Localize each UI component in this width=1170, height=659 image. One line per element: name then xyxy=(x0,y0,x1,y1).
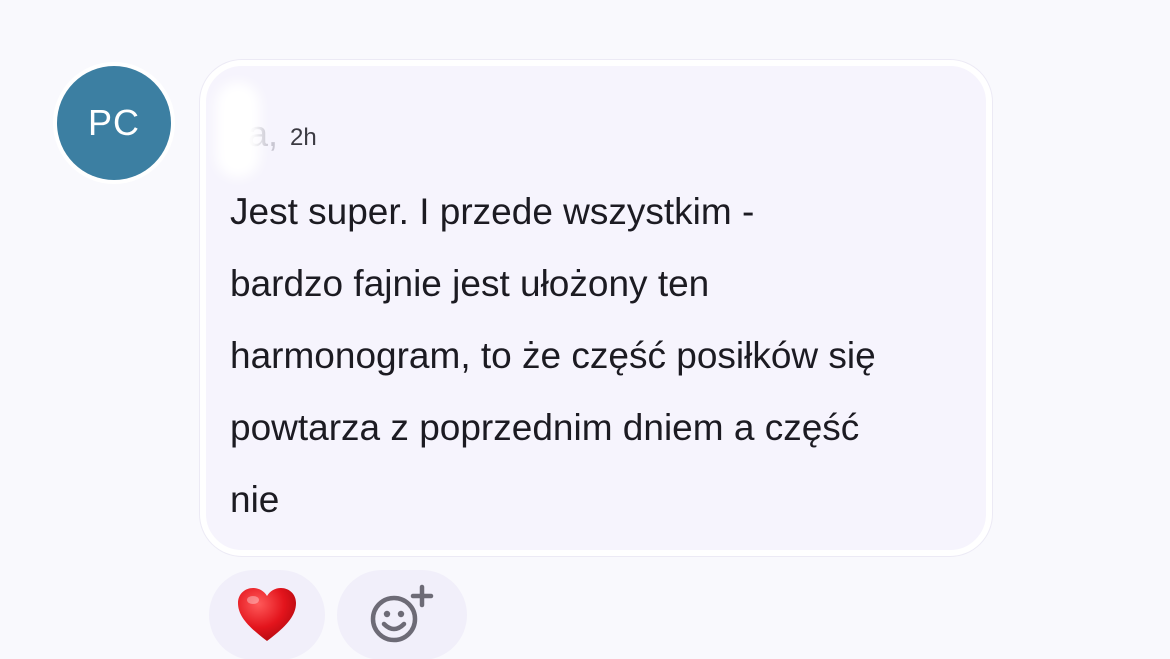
message-line: nie xyxy=(230,479,280,520)
comment-thread: PC ka, 2h Jest super. I przede wszystkim… xyxy=(0,0,1170,659)
comment-meta: ka, 2h xyxy=(230,106,317,156)
message-line: Jest super. I przede wszystkim - xyxy=(230,191,755,232)
message-line: powtarza z poprzednim dniem a część xyxy=(230,407,860,448)
message-line: harmonogram, to że część posiłków się xyxy=(230,335,876,376)
reaction-bar xyxy=(209,570,467,659)
author-name: ka, xyxy=(230,113,279,154)
comment-message: Jest super. I przede wszystkim - bardzo … xyxy=(230,176,980,536)
heart-reaction-button[interactable] xyxy=(209,570,325,659)
heart-icon xyxy=(238,588,296,641)
add-reaction-icon xyxy=(370,584,434,643)
comment-timestamp: 2h xyxy=(290,124,317,151)
comment-bubble[interactable]: ka, 2h Jest super. I przede wszystkim - … xyxy=(200,60,992,556)
message-line: bardzo fajnie jest ułożony ten xyxy=(230,263,710,304)
avatar-initials: PC xyxy=(87,102,140,143)
avatar[interactable]: PC xyxy=(57,66,171,180)
add-reaction-button[interactable] xyxy=(337,570,467,659)
